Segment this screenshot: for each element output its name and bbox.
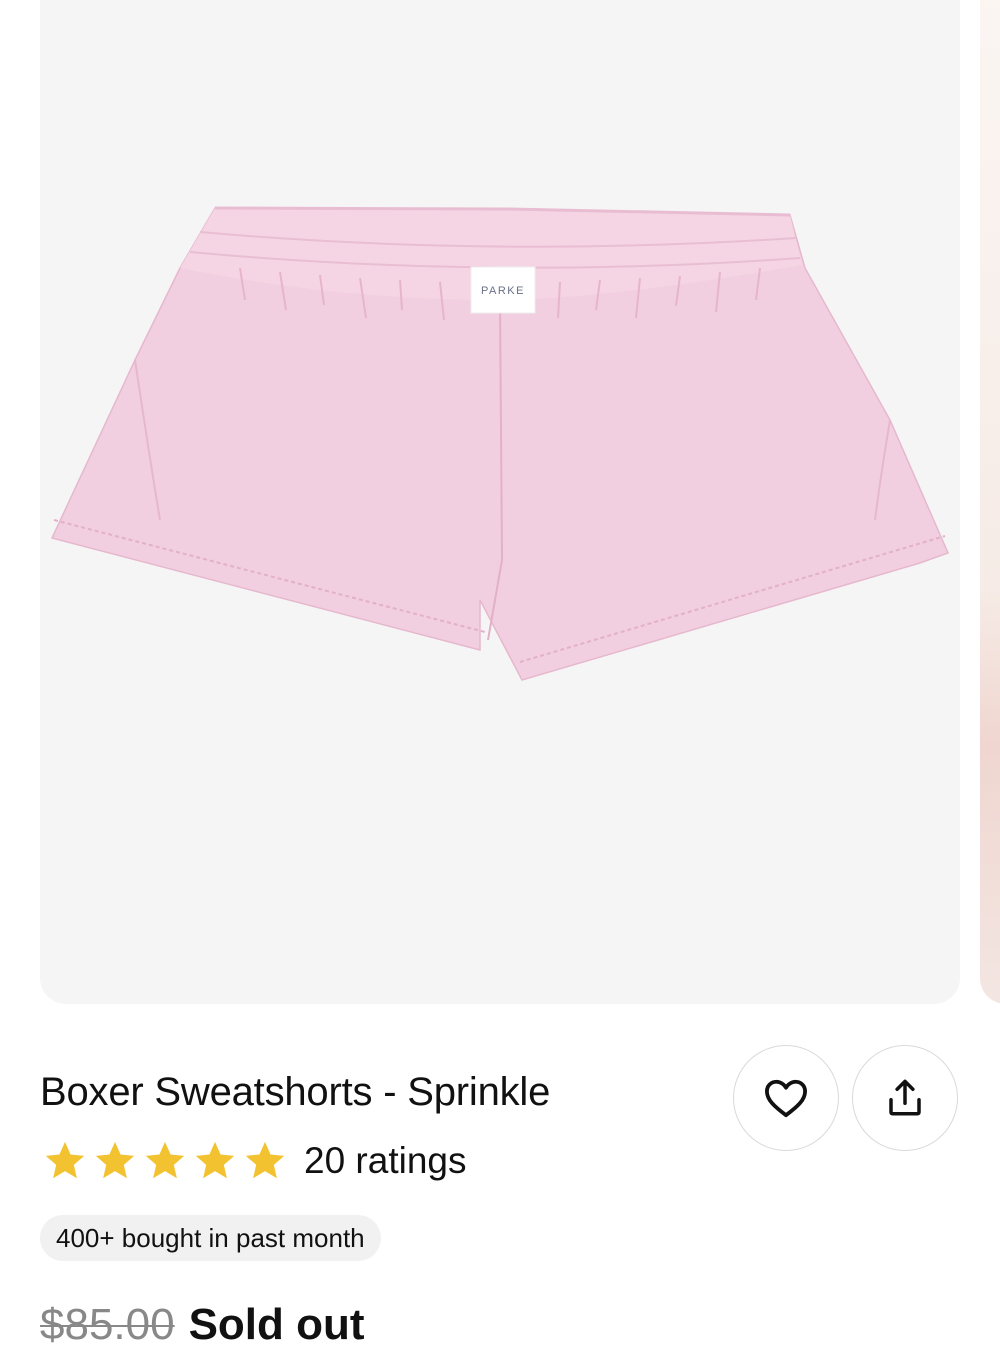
star-icon (45, 1141, 85, 1179)
price-row: $85.00 Sold out (40, 1300, 365, 1350)
availability-status: Sold out (188, 1300, 365, 1349)
next-product-image[interactable] (980, 0, 1000, 1004)
rating-count[interactable]: 20 ratings (304, 1140, 467, 1182)
product-image-gallery[interactable]: PARKE (0, 0, 1000, 1004)
star-icon (245, 1141, 285, 1179)
product-rating[interactable]: 20 ratings (40, 1138, 467, 1184)
original-price: $85.00 (40, 1300, 175, 1349)
star-icon (145, 1141, 185, 1179)
share-icon (889, 1079, 921, 1116)
product-title: Boxer Sweatshorts - Sprinkle (40, 1070, 551, 1114)
sweatshorts-illustration: PARKE (50, 206, 950, 681)
product-image[interactable]: PARKE (40, 0, 960, 1004)
brand-label-text: PARKE (481, 285, 525, 297)
star-icon (95, 1141, 135, 1179)
share-button[interactable] (852, 1045, 958, 1151)
heart-icon (765, 1079, 807, 1118)
star-icon (195, 1141, 235, 1179)
rating-stars (40, 1138, 290, 1184)
social-proof-badge: 400+ bought in past month (40, 1215, 381, 1261)
favorite-button[interactable] (733, 1045, 839, 1151)
